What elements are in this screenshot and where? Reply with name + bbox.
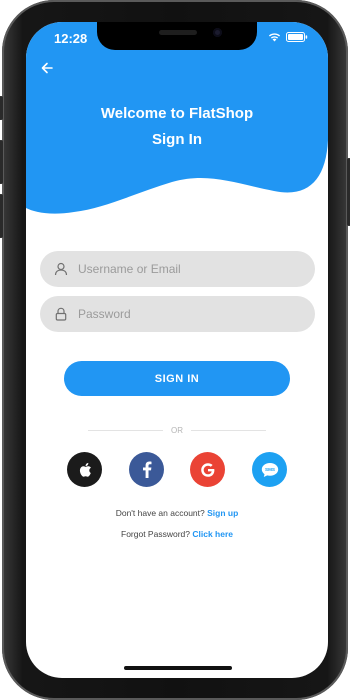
- username-input[interactable]: [78, 254, 298, 284]
- apple-login-button[interactable]: [67, 452, 102, 487]
- silent-switch: [0, 96, 3, 120]
- user-icon: [44, 262, 78, 276]
- battery-icon: [286, 32, 308, 42]
- signup-prompt-line: Don't have an account? Sign up: [26, 508, 328, 518]
- status-bar: 12:28: [26, 22, 328, 52]
- home-indicator[interactable]: [124, 666, 232, 670]
- password-input[interactable]: [78, 299, 298, 329]
- sign-in-button[interactable]: SIGN IN: [64, 361, 290, 396]
- screen: 12:28 Welcome to FlatShop Sign In Userna…: [26, 22, 328, 678]
- google-login-button[interactable]: [190, 452, 225, 487]
- facebook-icon: [142, 461, 151, 478]
- phone-frame: 12:28 Welcome to FlatShop Sign In Userna…: [0, 0, 350, 700]
- volume-up-button: [0, 140, 3, 184]
- username-field[interactable]: [40, 251, 315, 287]
- forgot-password-text: Forgot Password?: [121, 529, 190, 539]
- password-field[interactable]: [40, 296, 315, 332]
- google-icon: [200, 462, 214, 477]
- status-time: 12:28: [54, 31, 88, 46]
- divider-line: [191, 430, 266, 431]
- sign-in-title: Sign In: [152, 131, 202, 148]
- header-wave-background: [26, 22, 328, 214]
- arrow-left-icon: [41, 62, 53, 74]
- signup-prompt-text: Don't have an account?: [115, 508, 205, 518]
- sign-up-link[interactable]: Sign up: [207, 508, 238, 518]
- sms-icon: SMS: [261, 462, 278, 477]
- status-icons: [268, 32, 308, 42]
- apple-icon: [79, 462, 91, 477]
- sms-login-button[interactable]: SMS: [252, 452, 287, 487]
- back-button[interactable]: [36, 57, 58, 79]
- or-divider: OR: [88, 426, 266, 435]
- sms-badge-label: SMS: [265, 467, 275, 472]
- lock-icon: [44, 307, 78, 321]
- welcome-title: Welcome to FlatShop: [100, 105, 254, 122]
- or-label: OR: [171, 426, 183, 435]
- divider-line: [88, 430, 163, 431]
- facebook-login-button[interactable]: [129, 452, 164, 487]
- volume-down-button: [0, 194, 3, 238]
- click-here-link[interactable]: Click here: [192, 529, 233, 539]
- forgot-password-line: Forgot Password? Click here: [26, 529, 328, 539]
- wifi-icon: [268, 33, 281, 42]
